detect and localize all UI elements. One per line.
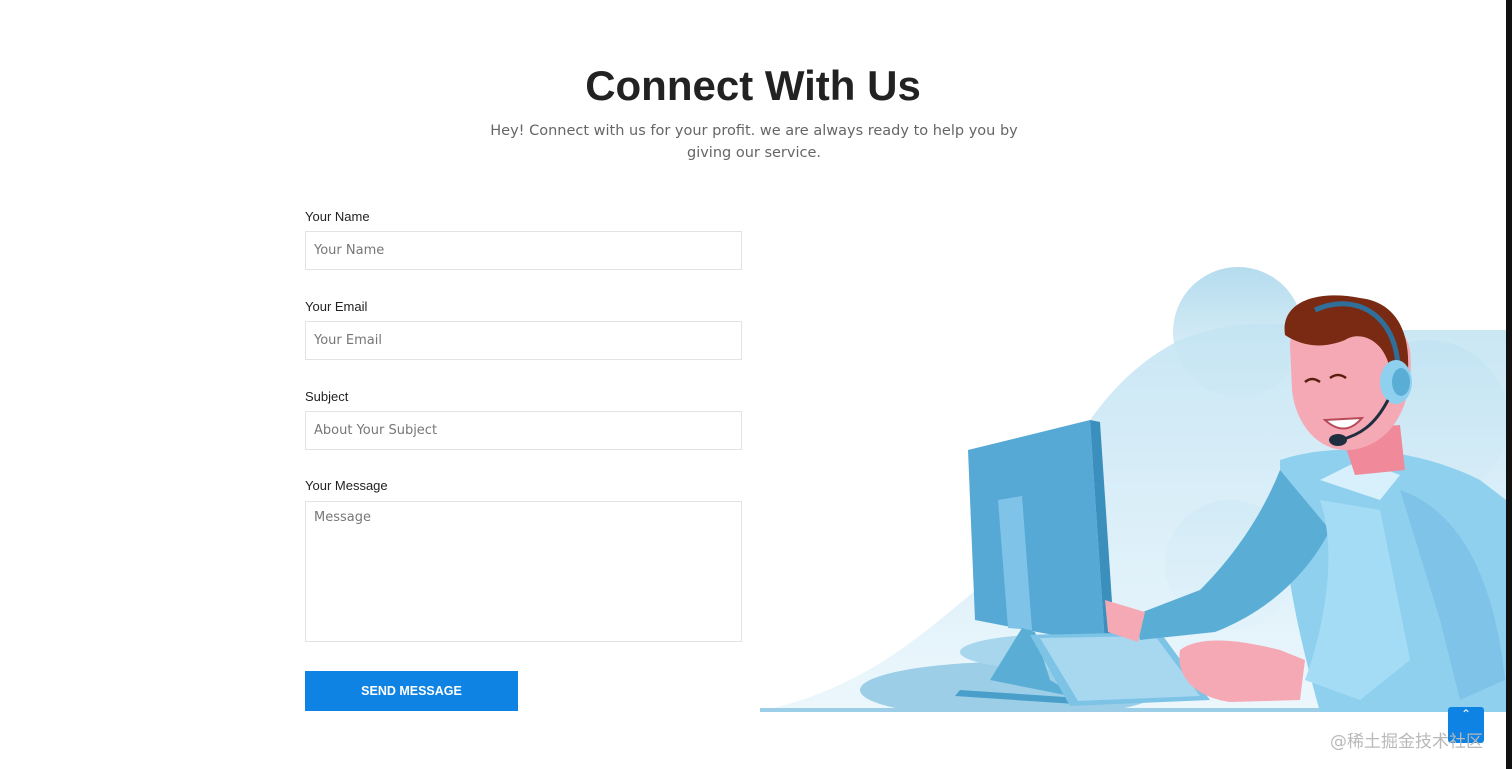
name-input[interactable] <box>305 231 742 270</box>
message-label: Your Message <box>305 478 388 493</box>
send-message-button[interactable]: SEND MESSAGE <box>305 671 518 711</box>
page-title: Connect With Us <box>585 62 921 109</box>
watermark: @稀土掘金技术社区 <box>1330 732 1483 752</box>
page-subtitle: Hey! Connect with us for your profit. we… <box>490 123 1018 161</box>
email-input[interactable] <box>305 321 742 360</box>
customer-support-agent-illustration <box>760 267 1506 712</box>
subject-label: Subject <box>305 389 349 404</box>
message-textarea[interactable] <box>305 501 742 642</box>
chevron-up-icon: ⌃ <box>1460 707 1472 721</box>
name-label: Your Name <box>305 209 370 224</box>
email-label: Your Email <box>305 299 368 314</box>
subject-input[interactable] <box>305 411 742 450</box>
scrollbar-thumb[interactable] <box>1506 150 1512 420</box>
